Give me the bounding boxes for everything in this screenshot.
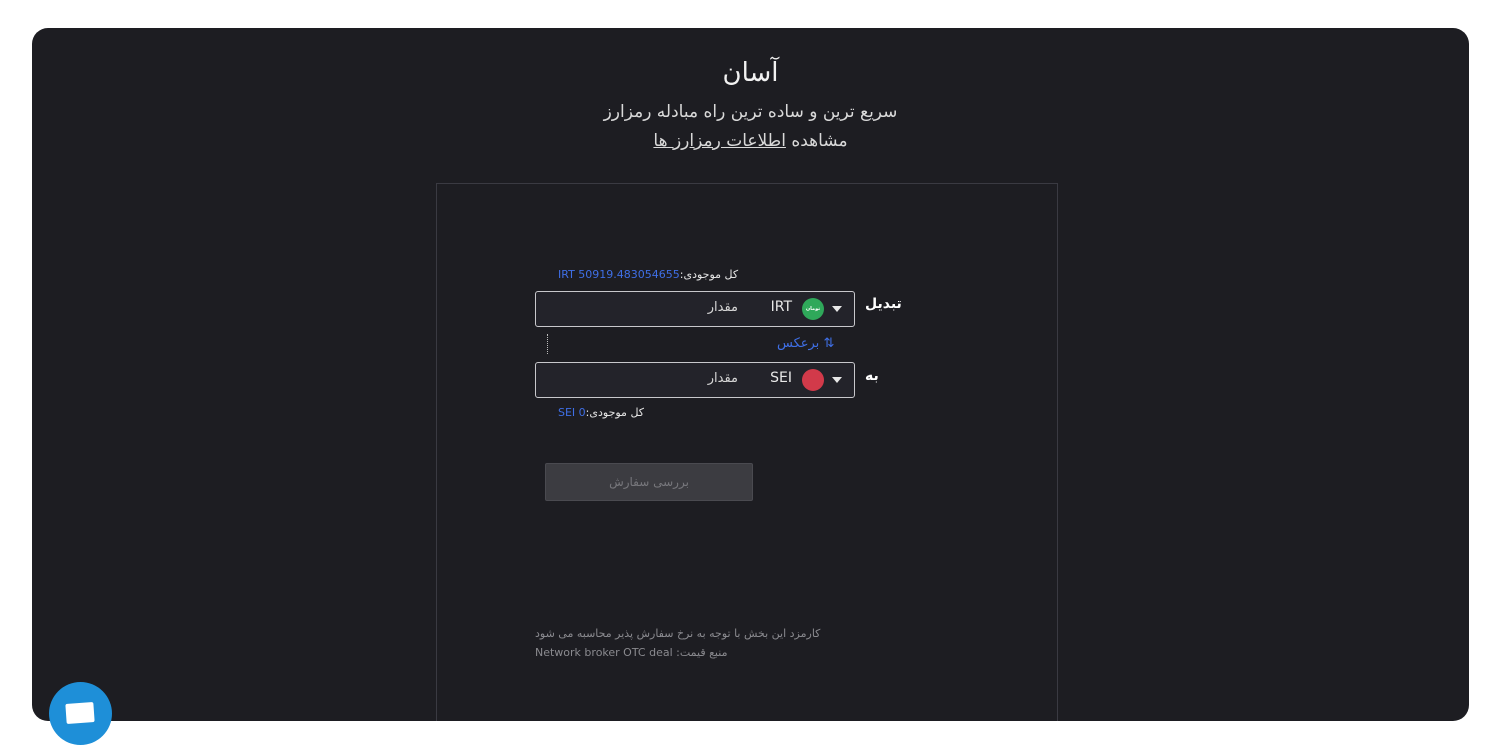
from-label: تبدیل <box>865 296 902 312</box>
fee-note: کارمزد این بخش با توجه به نرخ سفارش پذیر… <box>535 627 821 640</box>
toman-coin-icon: تومان <box>802 298 824 320</box>
to-balance-value: SEI 0 <box>558 406 586 419</box>
swap-button[interactable]: ⇅ برعکس <box>777 336 834 351</box>
page-title: آسان <box>722 58 779 88</box>
from-amount-input[interactable]: مقدار <box>708 300 738 315</box>
price-source: منبع قیمت: Network broker OTC deal <box>535 646 727 659</box>
review-order-button[interactable]: بررسی سفارش <box>545 463 753 501</box>
main-panel: آسان سریع ترین و ساده ترین راه مبادله رم… <box>32 28 1469 721</box>
from-balance-label: کل موجودی: <box>679 268 739 281</box>
page-subtitle: سریع ترین و ساده ترین راه مبادله رمزارز <box>603 102 898 122</box>
crypto-info-link[interactable]: اطلاعات رمزارز ها <box>653 131 786 151</box>
to-balance: کل موجودی:SEI 0 <box>558 406 644 419</box>
from-balance: کل موجودی:IRT 50919.483054655 <box>558 268 738 281</box>
exchange-card: کل موجودی:IRT 50919.483054655 تبدیل مقدا… <box>436 183 1058 721</box>
to-currency-code: SEI <box>770 370 792 386</box>
to-label: به <box>865 368 879 384</box>
info-prefix: مشاهده <box>791 131 848 151</box>
info-line: مشاهده اطلاعات رمزارز ها <box>32 131 1469 151</box>
to-balance-label: کل موجودی: <box>585 406 645 419</box>
chat-icon <box>65 702 95 724</box>
to-currency-dropdown[interactable] <box>832 377 842 383</box>
from-currency-dropdown[interactable] <box>832 306 842 312</box>
chat-widget-button[interactable] <box>49 682 112 745</box>
swap-label: برعکس <box>777 336 820 351</box>
sei-coin-icon <box>802 369 824 391</box>
to-field: مقدار SEI <box>535 362 855 398</box>
connector-line <box>547 334 548 354</box>
to-amount-input[interactable]: مقدار <box>708 371 738 386</box>
swap-icon: ⇅ <box>823 336 835 351</box>
from-currency-code: IRT <box>770 299 792 315</box>
from-field: مقدار IRT تومان <box>535 291 855 327</box>
from-balance-value: IRT 50919.483054655 <box>558 268 680 281</box>
price-source-value: Network broker OTC deal <box>535 646 673 659</box>
price-source-label: منبع قیمت: <box>676 646 728 659</box>
